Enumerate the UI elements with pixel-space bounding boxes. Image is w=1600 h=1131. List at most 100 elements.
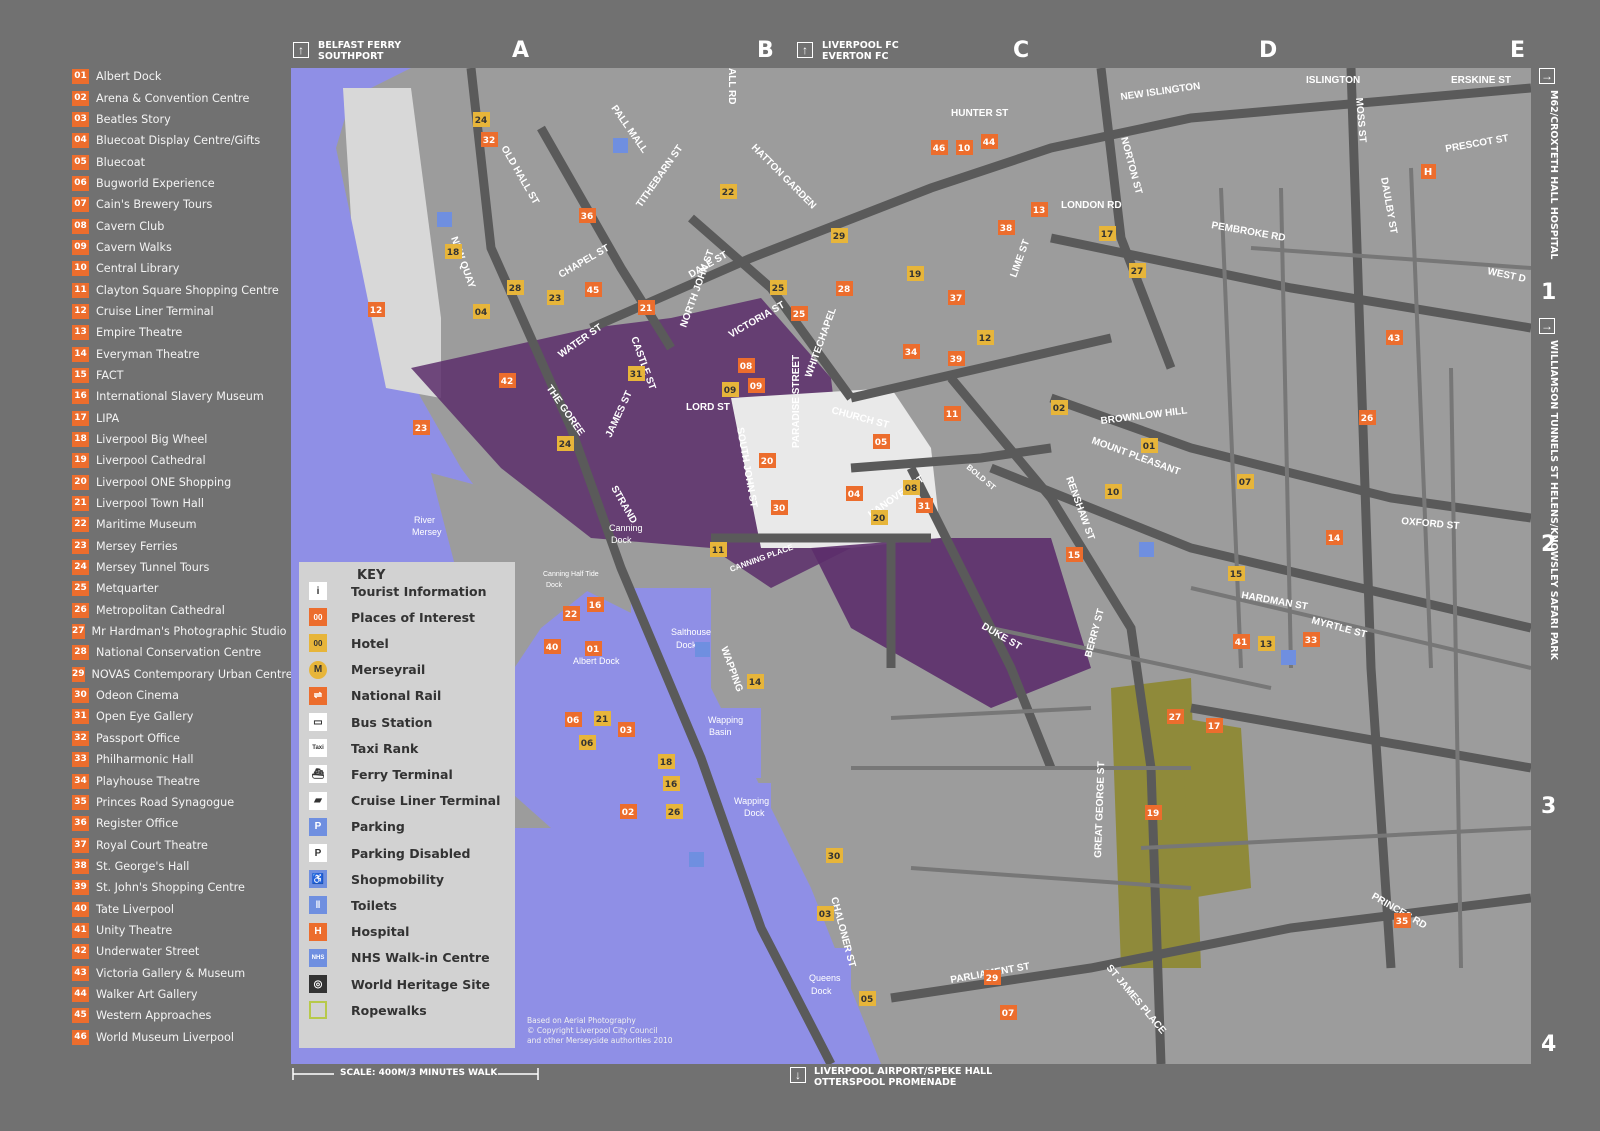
svg-text:44: 44 bbox=[983, 138, 996, 148]
legend-number-badge: 36 bbox=[72, 816, 89, 832]
exit-belfast-southport: BELFAST FERRY SOUTHPORT bbox=[318, 40, 402, 62]
legend-label: Tate Liverpool bbox=[96, 902, 175, 916]
svg-text:08: 08 bbox=[905, 484, 918, 494]
legend-number-badge: 12 bbox=[72, 303, 89, 319]
merseyrail-icon: M bbox=[309, 660, 327, 679]
marker-14: 14 bbox=[1326, 530, 1343, 545]
marker-20: 20 bbox=[759, 453, 776, 468]
legend-label: Liverpool ONE Shopping bbox=[96, 475, 232, 489]
marker-26: 26 bbox=[1359, 410, 1376, 425]
svg-text:03: 03 bbox=[819, 910, 832, 920]
marker-hotel-01: 01 bbox=[1141, 438, 1158, 453]
svg-text:29: 29 bbox=[986, 974, 999, 984]
legend-number-badge: 11 bbox=[72, 282, 89, 298]
legend-item: 11 Clayton Square Shopping Centre bbox=[72, 279, 282, 300]
hospital-markers: H bbox=[1421, 164, 1436, 179]
svg-text:42: 42 bbox=[501, 377, 514, 387]
street-lord-1: LORD ST bbox=[686, 402, 730, 413]
legend-label: World Museum Liverpool bbox=[96, 1030, 234, 1044]
salthouse-dock bbox=[631, 588, 711, 688]
marker-44: 44 bbox=[981, 134, 998, 149]
legend-number-badge: 39 bbox=[72, 880, 89, 896]
legend-item: 40 Tate Liverpool bbox=[72, 898, 282, 919]
svg-text:20: 20 bbox=[873, 514, 886, 524]
legend-number-badge: 45 bbox=[72, 1008, 89, 1024]
key-label: Tourist Information bbox=[351, 583, 487, 599]
legend-label: Bluecoat bbox=[96, 155, 145, 169]
svg-text:35: 35 bbox=[1396, 917, 1409, 927]
legend-label: St. John's Shopping Centre bbox=[96, 881, 245, 895]
svg-text:30: 30 bbox=[773, 504, 786, 514]
cruise-liner-terminal-icon: ▰ bbox=[309, 791, 327, 810]
legend-label: Cain's Brewery Tours bbox=[96, 198, 213, 212]
svg-text:20: 20 bbox=[761, 457, 774, 467]
marker-hotel-24: 24 bbox=[557, 436, 574, 451]
marker-18: 18 bbox=[445, 244, 462, 259]
svg-text:14: 14 bbox=[749, 678, 762, 688]
ropewalks-icon bbox=[309, 1001, 327, 1020]
svg-text:04: 04 bbox=[475, 308, 488, 318]
marker-31: 31 bbox=[916, 498, 933, 513]
svg-text:17: 17 bbox=[1208, 722, 1221, 732]
marker-08: 08 bbox=[738, 358, 755, 373]
svg-text:30: 30 bbox=[828, 852, 841, 862]
marker-03: 03 bbox=[618, 722, 635, 737]
legend-number-badge: 40 bbox=[72, 901, 89, 917]
legend-item: 05 Bluecoat bbox=[72, 151, 282, 172]
grid-column-c: C bbox=[1013, 38, 1030, 63]
key-label: Ropewalks bbox=[351, 1002, 427, 1018]
places-of-interest-icon: 00 bbox=[309, 608, 327, 627]
legend-number-badge: 46 bbox=[72, 1029, 89, 1045]
marker-06: 06 bbox=[565, 712, 582, 727]
svg-text:01: 01 bbox=[587, 645, 600, 655]
legend-item: 35 Princes Road Synagogue bbox=[72, 792, 282, 813]
svg-text:13: 13 bbox=[1260, 640, 1273, 650]
svg-text:39: 39 bbox=[950, 355, 963, 365]
legend-item: 25 Metquarter bbox=[72, 578, 282, 599]
marker-hotel-03: 03 bbox=[817, 906, 834, 921]
legend-label: Cavern Club bbox=[96, 219, 165, 233]
legend-label: Bluecoat Display Centre/Gifts bbox=[96, 134, 261, 148]
svg-text:21: 21 bbox=[596, 715, 609, 725]
legend-item: 22 Maritime Museum bbox=[72, 514, 282, 535]
marker-17: 17 bbox=[1206, 718, 1223, 733]
svg-text:16: 16 bbox=[665, 780, 678, 790]
marker-05: 05 bbox=[873, 434, 890, 449]
legend-number-badge: 04 bbox=[72, 133, 89, 149]
legend-label: Clayton Square Shopping Centre bbox=[96, 283, 279, 297]
marker-27: 27 bbox=[1167, 709, 1184, 724]
legend-number-badge: 20 bbox=[72, 474, 89, 490]
legend-number-badge: 28 bbox=[72, 645, 89, 661]
svg-text:38: 38 bbox=[1000, 224, 1013, 234]
key-row: P Parking Disabled bbox=[309, 844, 470, 862]
marker-09: 09 bbox=[748, 378, 765, 393]
legend-label: Odeon Cinema bbox=[96, 689, 179, 703]
marker-42: 42 bbox=[499, 373, 516, 388]
grid-column-d: D bbox=[1259, 38, 1278, 63]
svg-text:27: 27 bbox=[1131, 267, 1144, 277]
marker-24: 24 bbox=[473, 112, 490, 127]
marker-28: 28 bbox=[836, 281, 853, 296]
legend-item: 38 St. George's Hall bbox=[72, 856, 282, 877]
key-row: ⇌ National Rail bbox=[309, 686, 441, 705]
legend-number-badge: 02 bbox=[72, 90, 89, 106]
marker-16: 16 bbox=[587, 597, 604, 612]
svg-text:25: 25 bbox=[772, 284, 785, 294]
legend-item: 30 Odeon Cinema bbox=[72, 685, 282, 706]
legend-item: 10 Central Library bbox=[72, 258, 282, 279]
legend-number-badge: 23 bbox=[72, 538, 89, 554]
svg-text:Dock: Dock bbox=[744, 808, 765, 818]
arrow-up-icon: ↑ bbox=[797, 42, 813, 58]
key-row: ◎ World Heritage Site bbox=[309, 975, 490, 993]
legend-label: Princes Road Synagogue bbox=[96, 795, 235, 809]
legend-label: Central Library bbox=[96, 262, 180, 276]
legend-number-badge: 08 bbox=[72, 218, 89, 234]
marker-hotel-12: 12 bbox=[977, 330, 994, 345]
marker-35: 35 bbox=[1394, 913, 1411, 928]
svg-text:10: 10 bbox=[1107, 488, 1120, 498]
map-credit: Based on Aerial Photography © Copyright L… bbox=[527, 1016, 673, 1045]
legend-item: 23 Mersey Ferries bbox=[72, 536, 282, 557]
marker-33: 33 bbox=[1303, 632, 1320, 647]
svg-text:19: 19 bbox=[1147, 809, 1160, 819]
key-label: Ferry Terminal bbox=[351, 766, 453, 782]
